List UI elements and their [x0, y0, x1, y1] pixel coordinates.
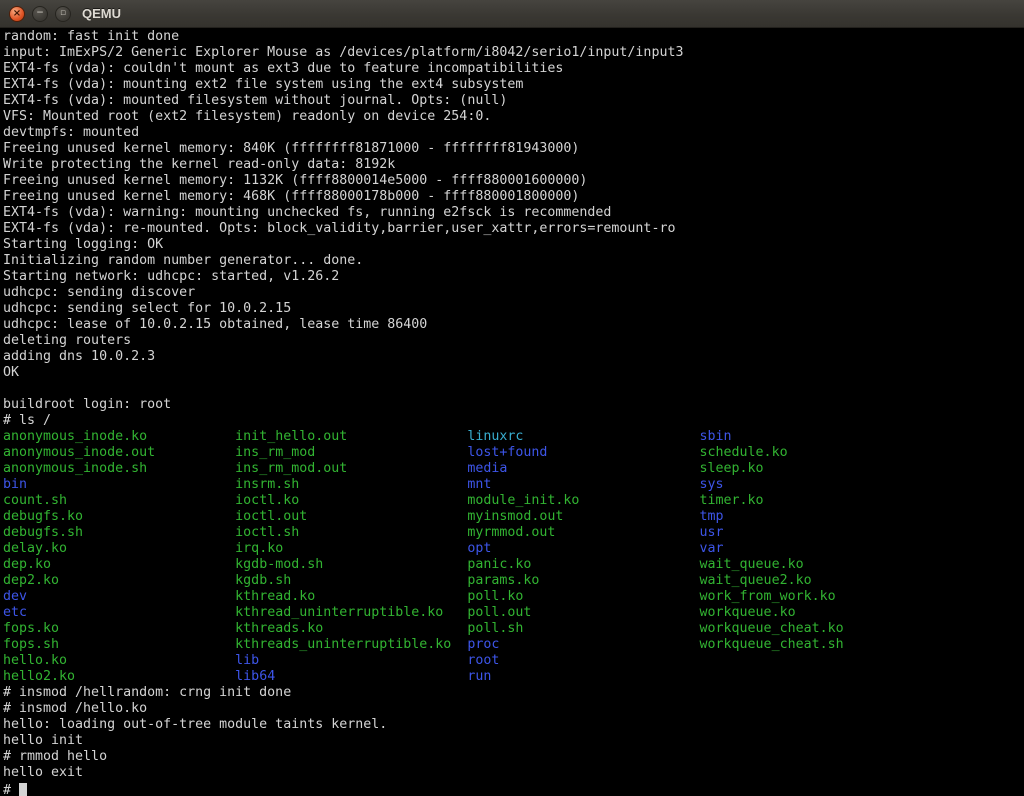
file-entry: ins_rm_mod: [235, 445, 467, 460]
console-output: random: fast init done input: ImExPS/2 G…: [0, 28, 1024, 796]
file-entry: insrm.sh: [235, 477, 467, 492]
file-entry: linuxrc: [467, 429, 699, 444]
file-entry: proc: [467, 637, 699, 652]
file-entry: ins_rm_mod.out: [235, 461, 467, 476]
file-entry: workqueue_cheat.ko: [700, 621, 932, 636]
file-entry: etc: [3, 605, 235, 620]
file-entry: work_from_work.ko: [700, 589, 932, 604]
file-entry: sleep.ko: [700, 461, 932, 476]
terminal-cursor: [19, 783, 27, 796]
file-entry: panic.ko: [467, 557, 699, 572]
file-entry: workqueue_cheat.sh: [700, 637, 932, 652]
file-entry: ioctl.sh: [235, 525, 467, 540]
file-entry: dev: [3, 589, 235, 604]
qemu-window: × − ▫ QEMU random: fast init done input:…: [0, 0, 1024, 796]
file-entry: workqueue.ko: [700, 605, 932, 620]
file-entry: kthreads_uninterruptible.ko: [235, 637, 467, 652]
file-entry: params.ko: [467, 573, 699, 588]
window-title: QEMU: [82, 6, 121, 21]
file-entry: wait_queue.ko: [700, 557, 932, 572]
file-entry: debugfs.sh: [3, 525, 235, 540]
file-entry: dep2.ko: [3, 573, 235, 588]
file-entry: kthread.ko: [235, 589, 467, 604]
file-entry: hello.ko: [3, 653, 235, 668]
file-entry: lost+found: [467, 445, 699, 460]
file-entry: kgdb.sh: [235, 573, 467, 588]
file-entry: usr: [700, 525, 932, 540]
file-entry: schedule.ko: [700, 445, 932, 460]
file-entry: wait_queue2.ko: [700, 573, 932, 588]
file-entry: fops.ko: [3, 621, 235, 636]
file-entry: root: [467, 653, 699, 668]
file-entry: init_hello.out: [235, 429, 467, 444]
file-entry: sbin: [700, 429, 932, 444]
file-entry: anonymous_inode.ko: [3, 429, 235, 444]
file-entry: poll.ko: [467, 589, 699, 604]
file-entry: bin: [3, 477, 235, 492]
file-entry: myrmmod.out: [467, 525, 699, 540]
file-entry: irq.ko: [235, 541, 467, 556]
file-entry: var: [700, 541, 932, 556]
window-controls: × − ▫: [9, 6, 71, 22]
minimize-button[interactable]: −: [32, 6, 48, 22]
file-entry: mnt: [467, 477, 699, 492]
file-entry: sys: [700, 477, 932, 492]
close-button[interactable]: ×: [9, 6, 25, 22]
file-entry: delay.ko: [3, 541, 235, 556]
file-entry: run: [467, 669, 699, 684]
file-entry: myinsmod.out: [467, 509, 699, 524]
file-entry: hello2.ko: [3, 669, 235, 684]
file-entry: timer.ko: [700, 493, 932, 508]
window-titlebar[interactable]: × − ▫ QEMU: [0, 0, 1024, 28]
file-entry: anonymous_inode.sh: [3, 461, 235, 476]
file-entry: media: [467, 461, 699, 476]
file-entry: count.sh: [3, 493, 235, 508]
terminal-screen[interactable]: random: fast init done input: ImExPS/2 G…: [0, 28, 1024, 796]
file-entry: ioctl.out: [235, 509, 467, 524]
file-entry: poll.out: [467, 605, 699, 620]
file-entry: poll.sh: [467, 621, 699, 636]
file-entry: kthread_uninterruptible.ko: [235, 605, 467, 620]
file-entry: fops.sh: [3, 637, 235, 652]
file-entry: module_init.ko: [467, 493, 699, 508]
file-entry: opt: [467, 541, 699, 556]
file-entry: dep.ko: [3, 557, 235, 572]
file-entry: kgdb-mod.sh: [235, 557, 467, 572]
maximize-button[interactable]: ▫: [55, 6, 71, 22]
file-entry: ioctl.ko: [235, 493, 467, 508]
file-entry: tmp: [700, 509, 932, 524]
file-entry: anonymous_inode.out: [3, 445, 235, 460]
file-entry: lib: [235, 653, 467, 668]
file-entry: kthreads.ko: [235, 621, 467, 636]
file-entry: debugfs.ko: [3, 509, 235, 524]
file-entry: lib64: [235, 669, 467, 684]
